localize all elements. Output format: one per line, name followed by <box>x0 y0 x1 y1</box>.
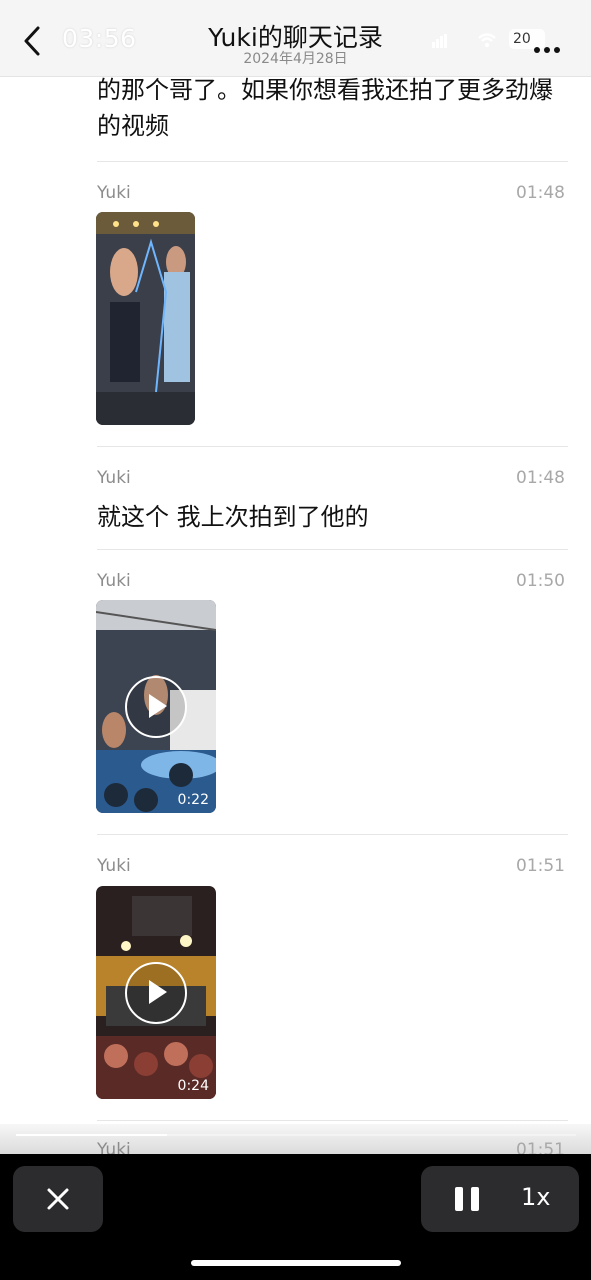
message-sender: Yuki <box>97 183 131 203</box>
video-duration: 0:24 <box>177 1078 209 1094</box>
divider <box>97 1120 568 1121</box>
message-time: 01:50 <box>516 571 565 591</box>
pause-icon <box>455 1187 463 1211</box>
chat-header: 03:56 Yuki的聊天记录 2024年4月28日 20 <box>0 0 591 77</box>
playback-controls: 1x <box>421 1166 579 1232</box>
video-duration: 0:22 <box>177 792 209 808</box>
wifi-icon <box>478 33 496 48</box>
divider <box>97 161 568 162</box>
divider <box>97 446 568 447</box>
page-subtitle-date: 2024年4月28日 <box>243 51 348 67</box>
play-icon[interactable] <box>125 961 187 1024</box>
video-thumbnail[interactable]: 0:24 <box>96 886 216 1099</box>
photo-image <box>96 212 195 425</box>
close-icon <box>47 1188 69 1210</box>
pause-button[interactable] <box>455 1187 481 1211</box>
message-time: 01:48 <box>516 183 565 203</box>
message-sender: Yuki <box>97 571 131 591</box>
home-indicator <box>191 1260 401 1266</box>
message-time: 01:48 <box>516 468 565 488</box>
message-text-continued: 的那个哥了。如果你想看我还拍了更多劲爆的视频 <box>97 76 553 140</box>
message-time: 01:51 <box>516 856 565 876</box>
message-sender: Yuki <box>97 468 131 488</box>
scroll-fade <box>0 1124 591 1156</box>
image-thumbnail[interactable] <box>96 212 195 425</box>
divider <box>97 834 568 835</box>
message-text: 就这个 我上次拍到了他的 <box>97 503 369 531</box>
video-thumbnail[interactable]: 0:22 <box>96 600 216 813</box>
play-icon[interactable] <box>125 675 187 738</box>
more-icon <box>534 47 540 53</box>
more-button[interactable] <box>534 38 566 53</box>
playback-speed-button[interactable]: 1x <box>521 1183 550 1211</box>
playback-progress-fill <box>16 1134 167 1136</box>
signal-icon <box>432 34 447 48</box>
close-button[interactable] <box>13 1166 103 1232</box>
message-sender: Yuki <box>97 856 131 876</box>
divider <box>97 549 568 550</box>
